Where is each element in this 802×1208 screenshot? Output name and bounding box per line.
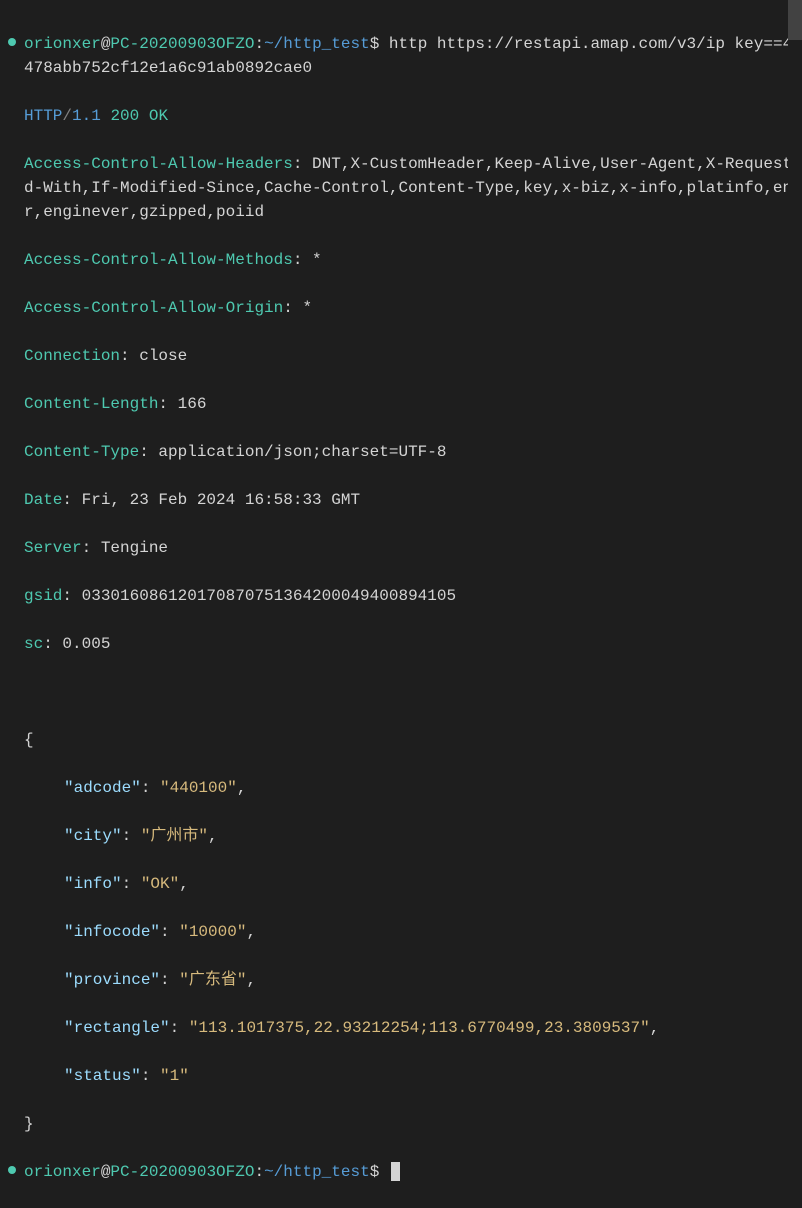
header-value: application/json;charset=UTF-8: [158, 443, 446, 461]
prompt-path: ~/http_test: [264, 1163, 370, 1181]
json-value: "113.1017375,22.93212254;113.6770499,23.…: [189, 1019, 650, 1037]
json-value: "广州市": [141, 827, 208, 845]
http-version: 1.1: [72, 107, 101, 125]
json-key: "province": [64, 971, 160, 989]
header-value: Tengine: [101, 539, 168, 557]
prompt-line-1: orionxer@PC-20200903OFZO:~/http_test$ ht…: [24, 32, 802, 80]
json-value: "1": [160, 1067, 189, 1085]
json-pair: "province": "广东省",: [24, 968, 802, 992]
header-line: Connection: close: [24, 344, 802, 368]
header-name: Access-Control-Allow-Origin: [24, 299, 283, 317]
prompt-user: orionxer: [24, 1163, 101, 1181]
header-value: *: [312, 251, 322, 269]
scrollbar[interactable]: [788, 0, 802, 666]
header-name: Content-Length: [24, 395, 158, 413]
header-value: 0.005: [62, 635, 110, 653]
prompt-path: ~/http_test: [264, 35, 370, 53]
header-value: close: [139, 347, 187, 365]
json-key: "info": [64, 875, 122, 893]
json-key: "infocode": [64, 923, 160, 941]
header-value: 033016086120170870751364200049400894105: [82, 587, 456, 605]
prompt-at: @: [101, 1163, 111, 1181]
header-line: Access-Control-Allow-Origin: *: [24, 296, 802, 320]
prompt-line-2[interactable]: orionxer@PC-20200903OFZO:~/http_test$: [24, 1160, 802, 1184]
prompt-colon: :: [254, 35, 264, 53]
header-line: Access-Control-Allow-Methods: *: [24, 248, 802, 272]
prompt-host: PC-20200903OFZO: [110, 35, 254, 53]
header-name: sc: [24, 635, 43, 653]
json-open-brace: {: [24, 728, 802, 752]
header-line: Server: Tengine: [24, 536, 802, 560]
http-status: 200 OK: [110, 107, 168, 125]
header-value: Fri, 23 Feb 2024 16:58:33 GMT: [82, 491, 360, 509]
prompt-colon: :: [254, 1163, 264, 1181]
header-line: sc: 0.005: [24, 632, 802, 656]
json-pair: "rectangle": "113.1017375,22.93212254;11…: [24, 1016, 802, 1040]
json-value: "440100": [160, 779, 237, 797]
json-pair: "adcode": "440100",: [24, 776, 802, 800]
json-key: "city": [64, 827, 122, 845]
json-key: "rectangle": [64, 1019, 170, 1037]
json-value: "广东省": [179, 971, 246, 989]
header-name: Access-Control-Allow-Headers: [24, 155, 293, 173]
header-name: Access-Control-Allow-Methods: [24, 251, 293, 269]
header-value: *: [302, 299, 312, 317]
header-line: Access-Control-Allow-Headers: DNT,X-Cust…: [24, 152, 802, 224]
prompt-at: @: [101, 35, 111, 53]
json-key: "adcode": [64, 779, 141, 797]
json-pair: "info": "OK",: [24, 872, 802, 896]
prompt-dollar: $: [370, 35, 380, 53]
header-line: Date: Fri, 23 Feb 2024 16:58:33 GMT: [24, 488, 802, 512]
json-pair: "infocode": "10000",: [24, 920, 802, 944]
active-bullet-icon: [8, 1166, 16, 1174]
json-pair: "city": "广州市",: [24, 824, 802, 848]
header-name: Connection: [24, 347, 120, 365]
json-pair: "status": "1": [24, 1064, 802, 1088]
header-name: Content-Type: [24, 443, 139, 461]
json-close-brace: }: [24, 1112, 802, 1136]
header-name: gsid: [24, 587, 62, 605]
terminal-output[interactable]: orionxer@PC-20200903OFZO:~/http_test$ ht…: [4, 8, 802, 1208]
prompt-dollar: $: [370, 1163, 380, 1181]
header-name: Server: [24, 539, 82, 557]
blank-line: [24, 680, 802, 704]
prompt-host: PC-20200903OFZO: [110, 1163, 254, 1181]
header-value: 166: [178, 395, 207, 413]
prompt-user: orionxer: [24, 35, 101, 53]
http-status-line: HTTP/1.1 200 OK: [24, 104, 802, 128]
header-line: gsid: 0330160861201708707513642000494008…: [24, 584, 802, 608]
json-value: "OK": [141, 875, 179, 893]
http-prefix: HTTP: [24, 107, 62, 125]
json-key: "status": [64, 1067, 141, 1085]
header-name: Date: [24, 491, 62, 509]
scrollbar-thumb[interactable]: [788, 0, 802, 40]
header-line: Content-Type: application/json;charset=U…: [24, 440, 802, 464]
http-slash: /: [62, 107, 72, 125]
cursor-icon: [391, 1162, 400, 1181]
active-bullet-icon: [8, 38, 16, 46]
header-line: Content-Length: 166: [24, 392, 802, 416]
json-value: "10000": [179, 923, 246, 941]
